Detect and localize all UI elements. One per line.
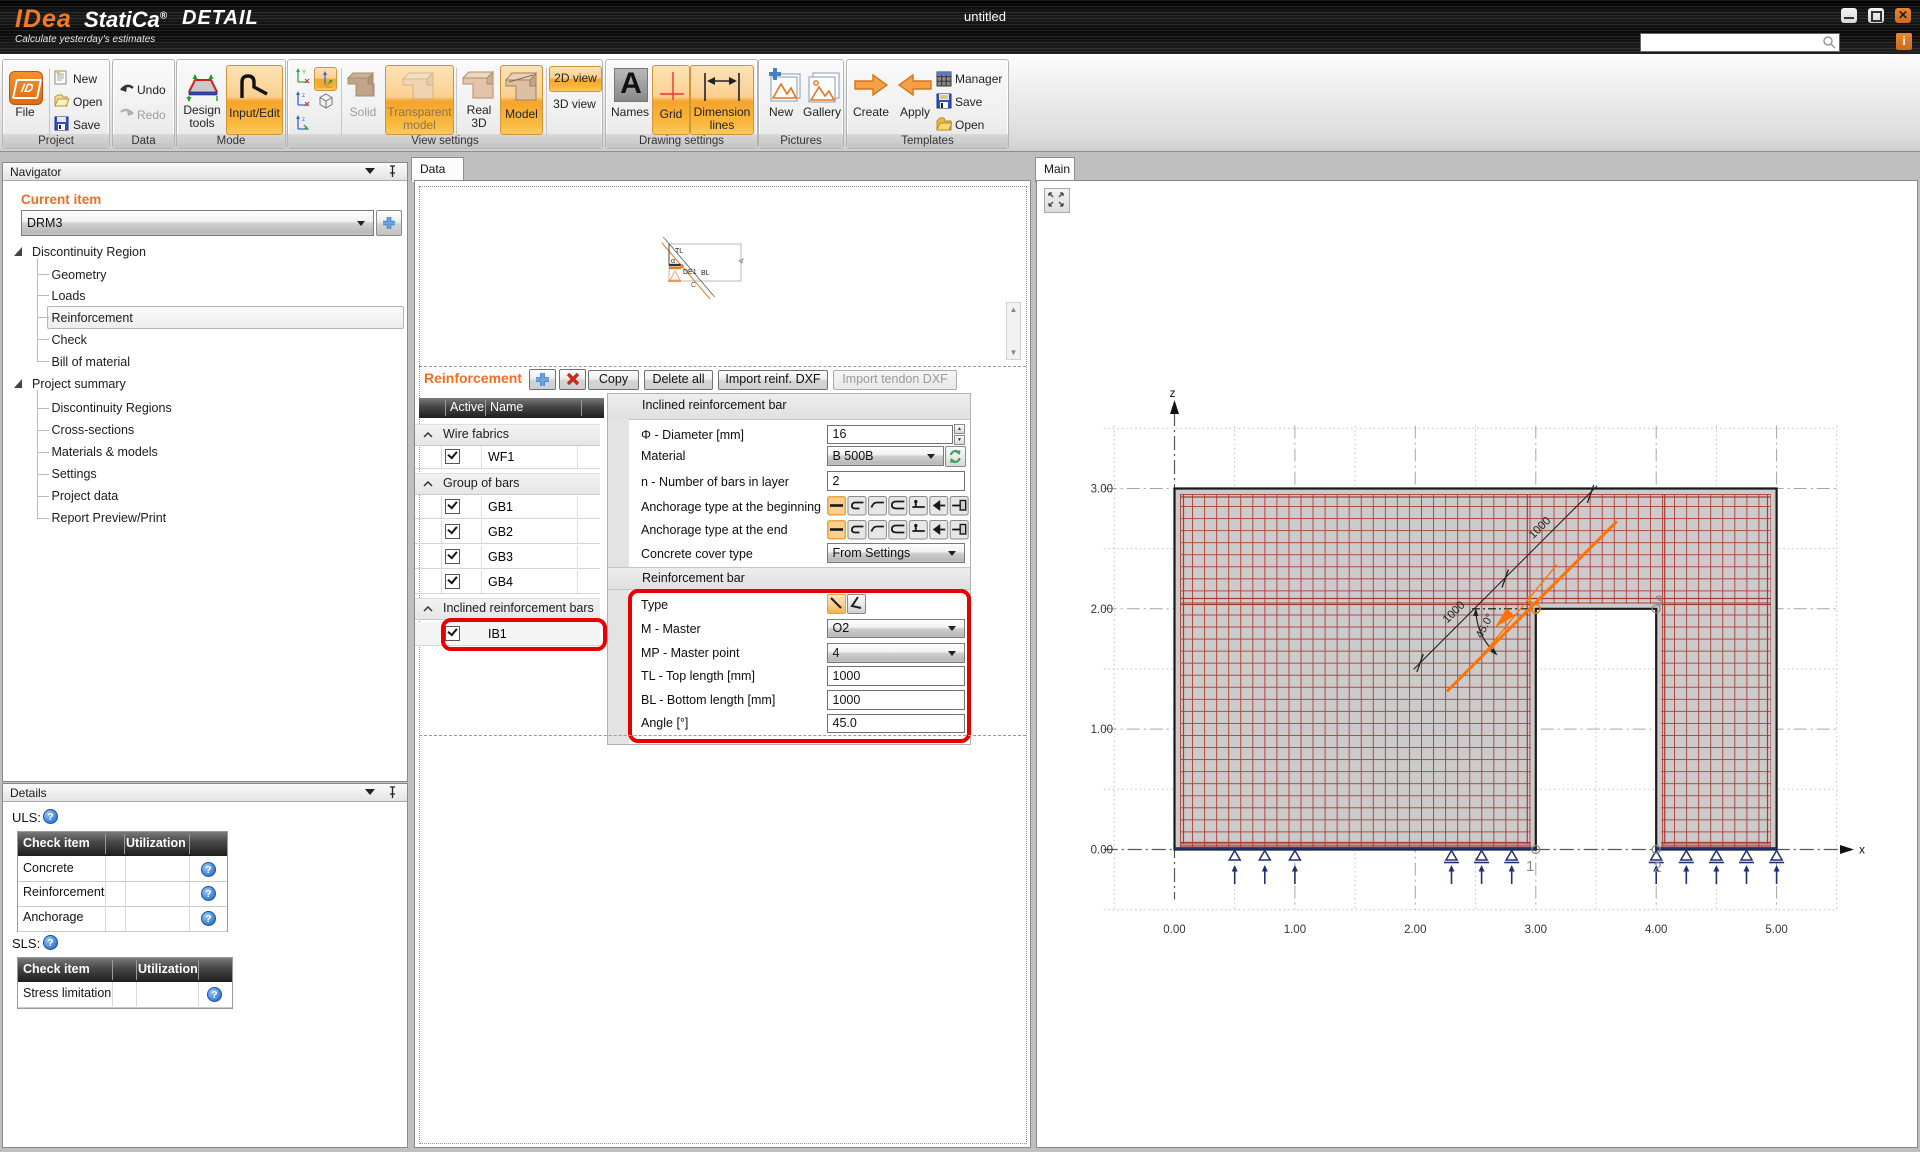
svg-text:DE1: DE1 <box>683 269 697 276</box>
svg-text:5.00: 5.00 <box>1765 924 1787 936</box>
svg-text:z: z <box>1170 386 1176 400</box>
svg-text:z: z <box>302 93 305 99</box>
svg-text:2.00: 2.00 <box>1091 604 1113 616</box>
svg-text:TL: TL <box>675 248 683 255</box>
svg-text:1.00: 1.00 <box>1091 724 1113 736</box>
svg-text:α: α <box>671 258 675 265</box>
svg-text:BL: BL <box>701 270 710 277</box>
svg-text:Y: Y <box>302 70 306 76</box>
svg-text:3.00: 3.00 <box>1091 484 1113 496</box>
svg-text:2.00: 2.00 <box>1404 924 1426 936</box>
svg-text:0.00: 0.00 <box>1091 845 1113 857</box>
svg-text:4: 4 <box>1525 593 1532 607</box>
svg-text:4.00: 4.00 <box>1645 924 1667 936</box>
svg-text:z: z <box>302 117 305 123</box>
svg-text:1.00: 1.00 <box>1284 924 1306 936</box>
svg-text:1: 1 <box>1526 858 1534 875</box>
svg-text:x: x <box>1859 843 1865 857</box>
svg-text:2: 2 <box>1654 859 1662 876</box>
svg-text:C: C <box>691 282 696 289</box>
svg-text:3: 3 <box>1655 593 1663 610</box>
svg-text:0.00: 0.00 <box>1163 924 1185 936</box>
svg-text:3.00: 3.00 <box>1525 924 1547 936</box>
